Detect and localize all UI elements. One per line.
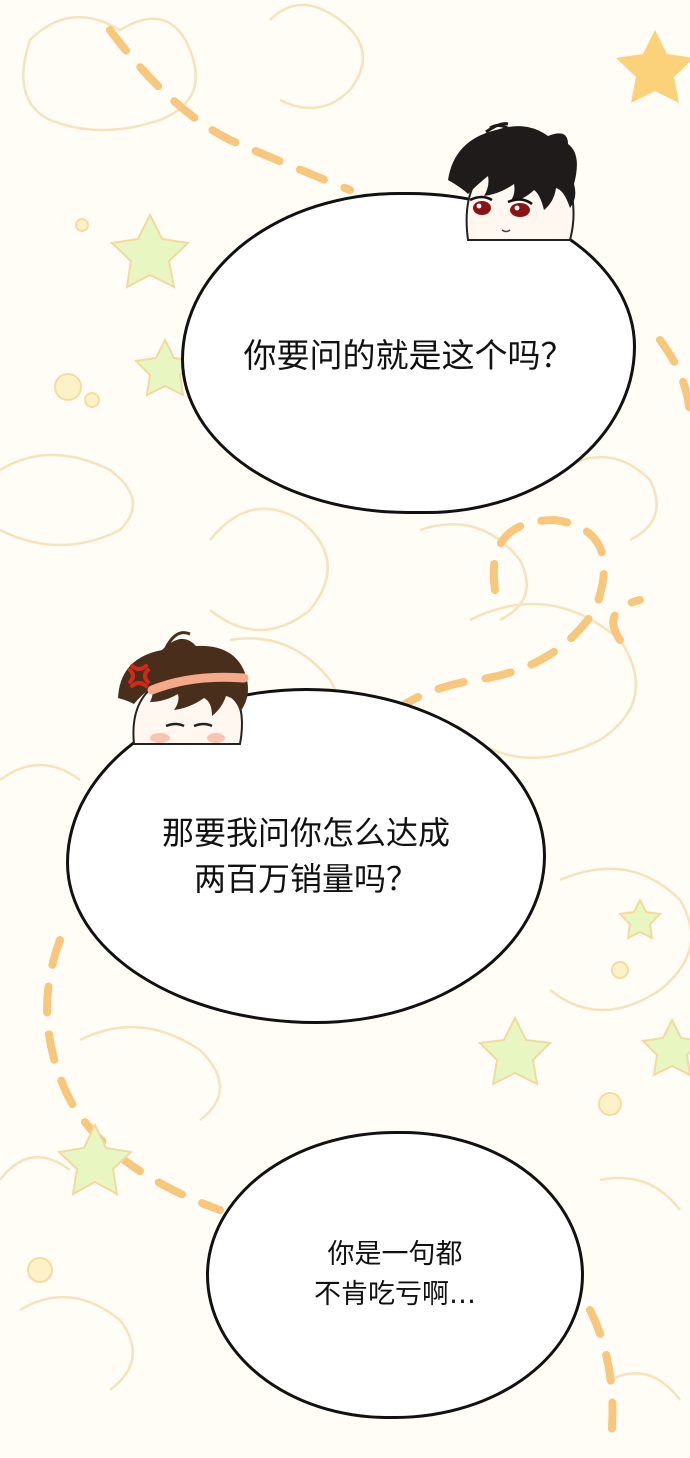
speech-bubble-2-line-1: 那要我问你怎么达成 <box>161 814 450 852</box>
speech-bubble-3-text: 你是一句都 不肯吃亏啊… <box>314 1235 476 1315</box>
speech-bubble-3-line-2: 不肯吃亏啊… <box>314 1279 476 1310</box>
angry-brown-hair-boy-peeking-icon <box>118 631 249 745</box>
speech-bubble-3: 你是一句都 不肯吃亏啊… <box>206 1131 584 1419</box>
speech-bubble-1-text: 你要问的就是这个吗？ <box>244 329 574 377</box>
orange-stars <box>616 30 690 103</box>
speech-bubble-1-line-1: 你要问的就是这个吗？ <box>243 336 574 375</box>
dark-hair-boy-peeking-icon <box>448 122 577 241</box>
speech-bubble-3-line-1: 你是一句都 <box>327 1239 463 1270</box>
speech-bubble-2-line-2: 两百万销量吗？ <box>193 860 418 898</box>
speech-bubble-2-text: 那要我问你怎么达成 两百万销量吗？ <box>162 810 450 902</box>
